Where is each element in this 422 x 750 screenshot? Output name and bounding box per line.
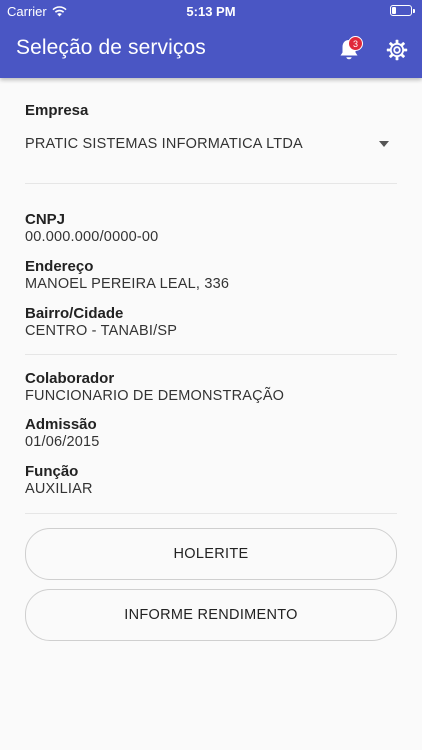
- funcao-label: Função: [25, 463, 79, 480]
- notification-badge: 3: [348, 36, 363, 51]
- holerite-button-label: HOLERITE: [173, 546, 249, 562]
- battery-icon: [390, 5, 415, 16]
- endereco-value: MANOEL PEREIRA LEAL, 336: [25, 276, 230, 292]
- cnpj-label: CNPJ: [25, 211, 66, 228]
- informe-rendimento-button[interactable]: INFORME RENDIMENTO: [25, 589, 397, 641]
- divider: [25, 354, 397, 355]
- app-header: Carrier 5:13 PM Seleção de serviços 3: [0, 0, 422, 78]
- informe-rendimento-button-label: INFORME RENDIMENTO: [124, 607, 298, 623]
- bairro-label: Bairro/Cidade: [25, 305, 124, 322]
- divider: [25, 183, 397, 184]
- dropdown-caret-icon: [379, 141, 389, 147]
- holerite-button[interactable]: HOLERITE: [25, 528, 397, 580]
- clock: 5:13 PM: [186, 4, 236, 19]
- cnpj-value: 00.000.000/0000-00: [25, 229, 159, 245]
- colaborador-label: Colaborador: [25, 370, 115, 387]
- empresa-label: Empresa: [25, 102, 89, 119]
- empresa-selected-value: PRATIC SISTEMAS INFORMATICA LTDA: [25, 136, 303, 152]
- divider: [25, 513, 397, 514]
- colaborador-value: FUNCIONARIO DE DEMONSTRAÇÃO: [25, 388, 285, 404]
- funcao-value: AUXILIAR: [25, 481, 93, 497]
- endereco-label: Endereço: [25, 258, 94, 275]
- page-title: Seleção de serviços: [16, 36, 206, 59]
- gear-icon[interactable]: [386, 39, 408, 61]
- admissao-value: 01/06/2015: [25, 434, 100, 450]
- status-bar: Carrier 5:13 PM: [0, 0, 422, 22]
- bairro-value: CENTRO - TANABI/SP: [25, 323, 178, 339]
- admissao-label: Admissão: [25, 416, 97, 433]
- empresa-select[interactable]: PRATIC SISTEMAS INFORMATICA LTDA: [25, 132, 397, 156]
